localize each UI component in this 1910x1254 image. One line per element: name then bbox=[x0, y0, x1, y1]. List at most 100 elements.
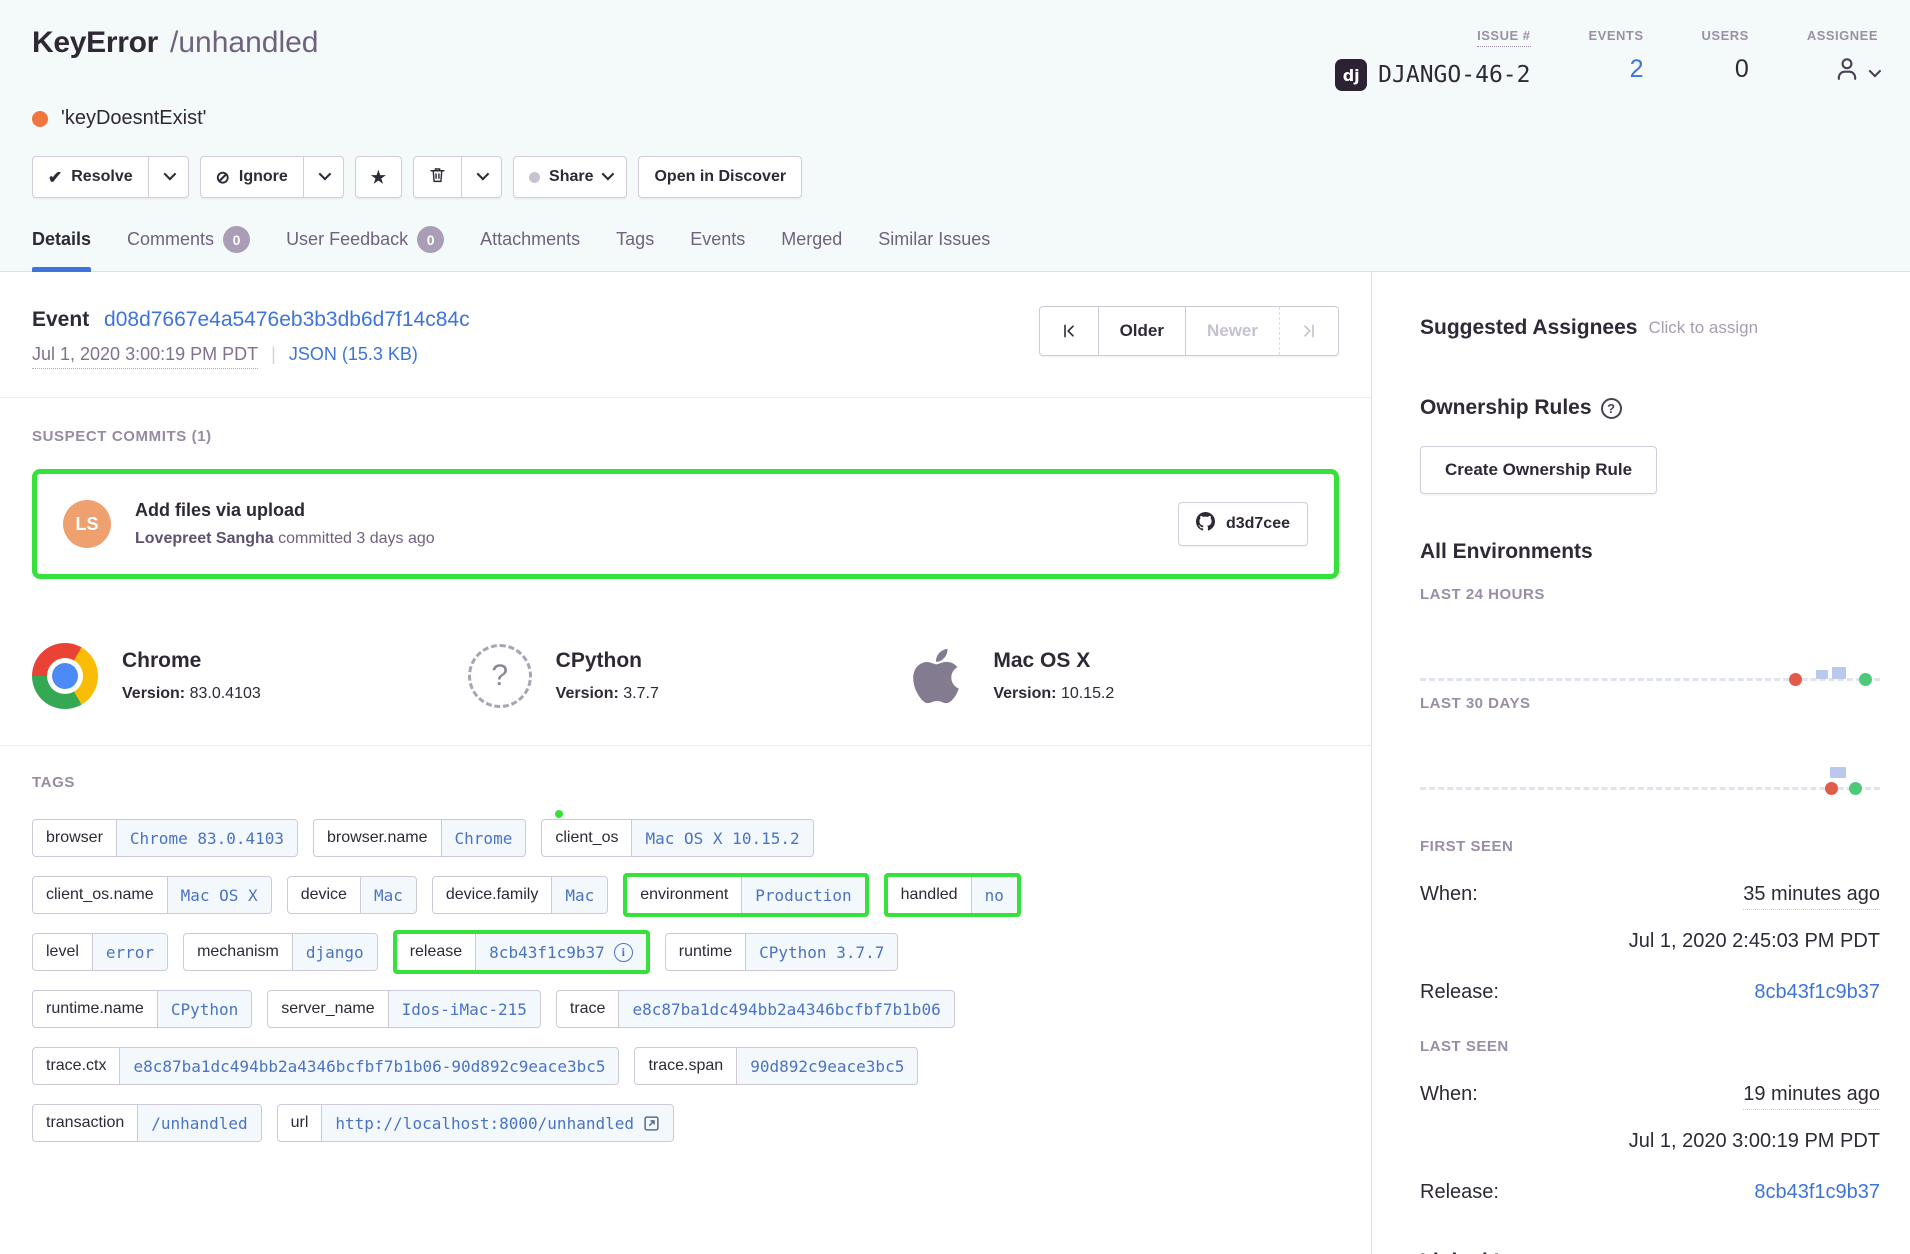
issue-short-id: DJANGO-46-2 bbox=[1378, 62, 1530, 88]
users-label: USERS bbox=[1702, 28, 1749, 43]
first-seen-marker bbox=[1825, 782, 1838, 795]
click-to-assign-hint: Click to assign bbox=[1648, 318, 1758, 338]
delete-button-group bbox=[413, 156, 502, 198]
linked-issues-heading: Linked Issues bbox=[1420, 1250, 1880, 1254]
assignee-dropdown[interactable] bbox=[1833, 55, 1878, 90]
tab-comments[interactable]: Comments 0 bbox=[127, 226, 250, 271]
resolve-dropdown-button[interactable] bbox=[148, 157, 188, 197]
unknown-runtime-icon: ? bbox=[468, 644, 532, 708]
tags-section: TAGS browser Chrome 83.0.4103 browser.na… bbox=[0, 746, 1371, 1142]
tag-environment: environment Production bbox=[623, 873, 868, 917]
last-seen-release-link[interactable]: 8cb43f1c9b37 bbox=[1754, 1181, 1880, 1204]
newer-event-button: Newer bbox=[1185, 307, 1279, 355]
first-seen-when-row: When: 35 minutes ago bbox=[1420, 883, 1880, 910]
older-event-button[interactable]: Older bbox=[1098, 307, 1185, 355]
event-id-link[interactable]: d08d7667e4a5476eb3b3db6d7f14c84c bbox=[104, 308, 470, 331]
event-json-link[interactable]: JSON (15.3 KB) bbox=[289, 344, 418, 365]
tag-url: url http://localhost:8000/unhandled bbox=[277, 1104, 674, 1142]
delete-dropdown-button[interactable] bbox=[461, 157, 501, 197]
trash-icon bbox=[429, 166, 446, 189]
suspect-commits-heading: SUSPECT COMMITS (1) bbox=[32, 428, 1339, 445]
users-count[interactable]: 0 bbox=[1735, 55, 1749, 84]
error-level-dot bbox=[32, 111, 48, 127]
last-seen-absolute: Jul 1, 2020 3:00:19 PM PDT bbox=[1420, 1130, 1880, 1153]
context-os: Mac OS X Version: 10.15.2 bbox=[903, 643, 1339, 709]
commit-sha-button[interactable]: d3d7cee bbox=[1178, 502, 1308, 546]
tag-row: client_os.name Mac OS X device Mac devic… bbox=[32, 876, 1339, 914]
last-seen-marker bbox=[1849, 782, 1862, 795]
first-seen-absolute: Jul 1, 2020 2:45:03 PM PDT bbox=[1420, 930, 1880, 953]
tag-runtime-name: runtime.name CPython bbox=[32, 990, 252, 1028]
commit-info: Add files via upload Lovepreet Sangha co… bbox=[135, 500, 1154, 548]
tag-browser: browser Chrome 83.0.4103 bbox=[32, 819, 298, 857]
last-seen-marker bbox=[1859, 673, 1872, 686]
context-version: Version: 3.7.7 bbox=[556, 685, 659, 703]
tab-events[interactable]: Events bbox=[690, 226, 745, 271]
share-button[interactable]: Share bbox=[514, 157, 626, 197]
help-icon[interactable]: ? bbox=[1601, 398, 1622, 419]
event-label: Event bbox=[32, 308, 89, 331]
tag-mechanism: mechanism django bbox=[183, 933, 378, 971]
issue-detail-page: KeyError/unhandled ISSUE # dj DJANGO-46-… bbox=[0, 0, 1910, 1254]
django-platform-icon: dj bbox=[1335, 59, 1367, 91]
chevron-down-icon bbox=[477, 168, 490, 181]
bookmark-star-button[interactable]: ★ bbox=[356, 157, 401, 197]
tag-client-os-name: client_os.name Mac OS X bbox=[32, 876, 272, 914]
chevron-down-icon bbox=[1869, 65, 1882, 78]
context-browser: Chrome Version: 83.0.4103 bbox=[32, 643, 468, 709]
last-24-hours-label: LAST 24 HOURS bbox=[1420, 586, 1880, 603]
first-seen-release-link[interactable]: 8cb43f1c9b37 bbox=[1754, 981, 1880, 1004]
events-sparkline-24h bbox=[1420, 603, 1880, 695]
oldest-event-button[interactable] bbox=[1040, 307, 1098, 355]
tag-row: level error mechanism django release 8cb… bbox=[32, 933, 1339, 971]
stat-issue-number: ISSUE # dj DJANGO-46-2 bbox=[1335, 28, 1530, 91]
issue-message-row: 'keyDoesntExist' bbox=[32, 107, 1878, 130]
user-feedback-count-badge: 0 bbox=[417, 226, 444, 253]
ignore-dropdown-button[interactable] bbox=[303, 157, 343, 197]
tag-handled: handled no bbox=[884, 873, 1021, 917]
tags-heading: TAGS bbox=[32, 774, 1339, 791]
open-in-discover-button[interactable]: Open in Discover bbox=[639, 157, 801, 197]
issue-number-value: dj DJANGO-46-2 bbox=[1335, 59, 1530, 91]
issue-message: 'keyDoesntExist' bbox=[61, 107, 206, 130]
event-timestamp: Jul 1, 2020 3:00:19 PM PDT bbox=[32, 344, 258, 369]
delete-button[interactable] bbox=[414, 157, 461, 197]
last-seen-release-row: Release: 8cb43f1c9b37 bbox=[1420, 1181, 1880, 1204]
assignee-label: ASSIGNEE bbox=[1807, 28, 1878, 43]
tab-merged[interactable]: Merged bbox=[781, 226, 842, 271]
apple-icon bbox=[903, 643, 969, 709]
issue-number-label: ISSUE # bbox=[1477, 28, 1530, 47]
tab-similar-issues[interactable]: Similar Issues bbox=[878, 226, 990, 271]
first-seen-release-row: Release: 8cb43f1c9b37 bbox=[1420, 981, 1880, 1004]
sparkline-bar bbox=[1816, 670, 1828, 679]
ownership-rules-heading: Ownership Rules ? bbox=[1420, 396, 1880, 420]
resolve-button[interactable]: ✔ Resolve bbox=[33, 157, 148, 197]
create-ownership-rule-button[interactable]: Create Ownership Rule bbox=[1420, 446, 1657, 494]
tab-tags[interactable]: Tags bbox=[616, 226, 654, 271]
ban-icon: ⊘ bbox=[216, 169, 230, 186]
bookmark-button-group: ★ bbox=[355, 156, 402, 198]
external-link-icon[interactable] bbox=[643, 1115, 660, 1132]
tab-user-feedback[interactable]: User Feedback 0 bbox=[286, 226, 444, 271]
stat-assignee: ASSIGNEE bbox=[1807, 28, 1878, 91]
event-contexts: Chrome Version: 83.0.4103 ? CPython Vers… bbox=[0, 609, 1371, 746]
resolve-button-group: ✔ Resolve bbox=[32, 156, 189, 198]
last-seen-label: LAST SEEN bbox=[1420, 1038, 1880, 1055]
last-seen-when-row: When: 19 minutes ago bbox=[1420, 1083, 1880, 1110]
tag-row: browser Chrome 83.0.4103 browser.name Ch… bbox=[32, 819, 1339, 857]
when-label: When: bbox=[1420, 883, 1478, 906]
events-count[interactable]: 2 bbox=[1630, 55, 1644, 84]
when-label: When: bbox=[1420, 1083, 1478, 1106]
sparkline-baseline bbox=[1420, 787, 1880, 790]
issue-culprit: /unhandled bbox=[170, 26, 318, 59]
divider: | bbox=[271, 344, 276, 365]
tab-attachments[interactable]: Attachments bbox=[480, 226, 580, 271]
issue-stats: ISSUE # dj DJANGO-46-2 EVENTS 2 USERS 0 … bbox=[1335, 26, 1878, 91]
info-icon[interactable]: i bbox=[614, 943, 633, 962]
ignore-button-group: ⊘ Ignore bbox=[200, 156, 344, 198]
tab-details[interactable]: Details bbox=[32, 226, 91, 271]
github-icon bbox=[1196, 512, 1215, 536]
star-icon: ★ bbox=[371, 169, 386, 186]
tag-row: runtime.name CPython server_name Idos-iM… bbox=[32, 990, 1339, 1028]
ignore-button[interactable]: ⊘ Ignore bbox=[201, 157, 303, 197]
